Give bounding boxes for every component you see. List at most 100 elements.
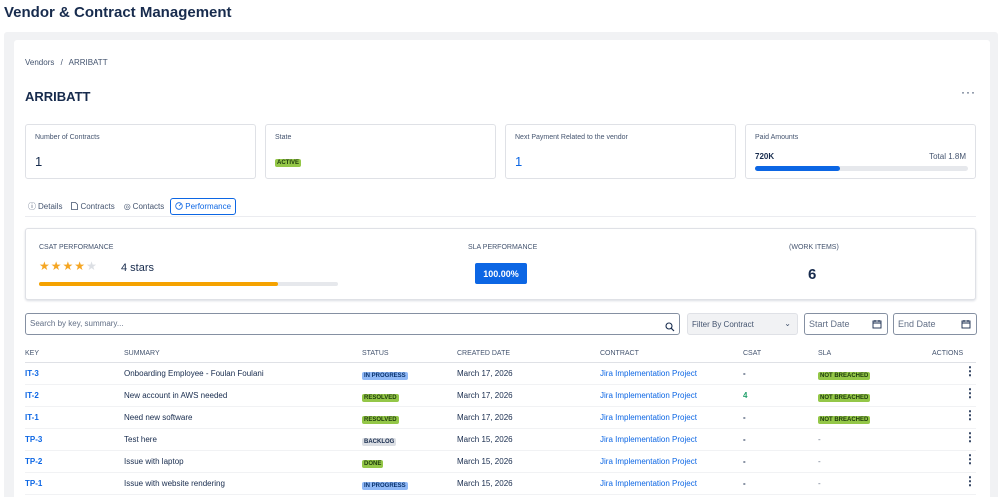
app-title: Vendor & Contract Management bbox=[4, 4, 232, 21]
row-actions-button[interactable]: ⋮ bbox=[964, 453, 976, 465]
more-actions-button[interactable]: ··· bbox=[961, 85, 976, 99]
breadcrumb-vendors-link[interactable]: Vendors bbox=[25, 58, 54, 67]
end-date-placeholder: End Date bbox=[898, 319, 936, 329]
csat-value: 4 bbox=[743, 391, 748, 400]
sla-badge: NOT BREACHED bbox=[818, 416, 871, 424]
sla-performance-label: SLA PERFORMANCE bbox=[468, 244, 538, 251]
document-icon bbox=[71, 201, 79, 212]
page-background: Vendors / ARRIBATT ARRIBATT ··· Number o… bbox=[4, 32, 998, 497]
contract-link[interactable]: Jira Implementation Project bbox=[600, 435, 697, 444]
status-badge: DONE bbox=[362, 460, 384, 468]
row-actions-button[interactable]: ⋮ bbox=[964, 475, 976, 487]
calendar-icon bbox=[961, 319, 971, 329]
table-row[interactable]: IT-1 Need new software RESOLVED March 17… bbox=[25, 407, 976, 429]
row-actions-button[interactable]: ⋮ bbox=[964, 409, 976, 421]
issue-summary: Issue with laptop bbox=[124, 457, 184, 466]
issue-summary: Need new software bbox=[124, 413, 193, 422]
row-actions-button[interactable]: ⋮ bbox=[964, 387, 976, 399]
search-input[interactable] bbox=[30, 319, 650, 328]
star-filled-icon: ★ bbox=[74, 259, 87, 273]
column-header-created-date: CREATED DATE bbox=[457, 350, 511, 357]
start-date-field[interactable]: Start Date bbox=[804, 313, 888, 335]
tab-bar: ⓘ Details Contracts ◎ Contacts Performan… bbox=[25, 198, 237, 215]
table-row[interactable]: IT-2 New account in AWS needed RESOLVED … bbox=[25, 385, 976, 407]
paid-total-value: Total 1.8M bbox=[929, 152, 966, 161]
star-filled-icon: ★ bbox=[50, 259, 63, 273]
performance-icon bbox=[175, 201, 183, 212]
csat-star-rating: ★★★★★ bbox=[39, 259, 98, 273]
contracts-count-card: Number of Contracts 1 bbox=[25, 124, 256, 179]
state-card: State ACTIVE bbox=[265, 124, 496, 179]
paid-amounts-card: Paid Amounts 720K Total 1.8M bbox=[745, 124, 976, 179]
column-header-csat: CSAT bbox=[743, 350, 762, 357]
row-actions-button[interactable]: ⋮ bbox=[964, 365, 976, 377]
contract-filter-select[interactable]: Filter By Contract ⌄ bbox=[687, 313, 798, 335]
row-actions-button[interactable]: ⋮ bbox=[964, 431, 976, 443]
issue-key-link[interactable]: TP-1 bbox=[25, 479, 42, 488]
star-empty-icon: ★ bbox=[86, 259, 98, 273]
status-badge: IN PROGRESS bbox=[362, 372, 408, 380]
breadcrumb-current: ARRIBATT bbox=[68, 58, 108, 67]
column-header-actions: ACTIONS bbox=[932, 350, 964, 357]
sla-value: - bbox=[818, 435, 821, 444]
star-filled-icon: ★ bbox=[39, 259, 51, 273]
csat-progress-fill bbox=[39, 282, 279, 286]
tab-contacts[interactable]: ◎ Contacts bbox=[121, 198, 168, 215]
issue-summary: Test here bbox=[124, 435, 157, 444]
column-header-contract: CONTRACT bbox=[600, 350, 639, 357]
contract-link[interactable]: Jira Implementation Project bbox=[600, 391, 697, 400]
issue-key-link[interactable]: IT-2 bbox=[25, 391, 39, 400]
contract-filter-label: Filter By Contract bbox=[692, 320, 754, 329]
tab-details[interactable]: ⓘ Details bbox=[25, 198, 65, 215]
chevron-down-icon: ⌄ bbox=[784, 319, 791, 328]
tabs-divider bbox=[25, 216, 976, 217]
contract-link[interactable]: Jira Implementation Project bbox=[600, 369, 697, 378]
created-date: March 17, 2026 bbox=[457, 391, 513, 400]
contract-link[interactable]: Jira Implementation Project bbox=[600, 479, 697, 488]
column-header-sla: SLA bbox=[818, 350, 832, 357]
paid-amounts-label: Paid Amounts bbox=[755, 134, 799, 141]
created-date: March 17, 2026 bbox=[457, 413, 513, 422]
star-filled-icon: ★ bbox=[62, 259, 75, 273]
csat-value: - bbox=[743, 457, 746, 466]
breadcrumb: Vendors / ARRIBATT bbox=[25, 58, 112, 67]
table-row[interactable]: TP-3 Test here BACKLOG March 15, 2026 Ji… bbox=[25, 429, 976, 451]
contract-link[interactable]: Jira Implementation Project bbox=[600, 457, 697, 466]
breadcrumb-separator: / bbox=[60, 58, 63, 67]
created-date: March 17, 2026 bbox=[457, 369, 513, 378]
table-row[interactable]: TP-2 Issue with laptop DONE March 15, 20… bbox=[25, 451, 976, 473]
issue-key-link[interactable]: TP-2 bbox=[25, 457, 42, 466]
csat-performance-label: CSAT PERFORMANCE bbox=[39, 244, 114, 251]
tab-performance[interactable]: Performance bbox=[170, 198, 237, 215]
issue-summary: New account in AWS needed bbox=[124, 391, 228, 400]
next-payment-card: Next Payment Related to the vendor 1 bbox=[505, 124, 736, 179]
table-row[interactable]: IT-3 Onboarding Employee - Foulan Foulan… bbox=[25, 363, 976, 385]
performance-card: CSAT PERFORMANCE ★★★★★ 4 stars SLA PERFO… bbox=[25, 228, 976, 300]
csat-stars-text: 4 stars bbox=[121, 262, 155, 274]
issue-key-link[interactable]: TP-3 bbox=[25, 435, 42, 444]
issue-key-link[interactable]: IT-1 bbox=[25, 413, 39, 422]
paid-progress-fill bbox=[755, 166, 841, 171]
sla-value: - bbox=[818, 479, 821, 488]
created-date: March 15, 2026 bbox=[457, 435, 513, 444]
status-badge: IN PROGRESS bbox=[362, 482, 408, 490]
issue-key-link[interactable]: IT-3 bbox=[25, 369, 39, 378]
column-header-summary: SUMMARY bbox=[124, 350, 160, 357]
contract-link[interactable]: Jira Implementation Project bbox=[600, 413, 697, 422]
contracts-count-value: 1 bbox=[35, 154, 43, 169]
status-badge: RESOLVED bbox=[362, 394, 399, 402]
tab-details-label: Details bbox=[38, 202, 63, 211]
table-row[interactable]: TP-1 Issue with website rendering IN PRO… bbox=[25, 473, 976, 495]
work-items-label: (WORK ITEMS) bbox=[789, 244, 839, 251]
csat-value: - bbox=[743, 413, 746, 422]
paid-progress-bar bbox=[755, 166, 968, 171]
tab-contacts-label: Contacts bbox=[132, 202, 165, 211]
tab-contracts[interactable]: Contracts bbox=[68, 198, 117, 215]
search-icon[interactable] bbox=[665, 319, 675, 332]
state-label: State bbox=[275, 134, 292, 141]
created-date: March 15, 2026 bbox=[457, 479, 513, 488]
state-badge: ACTIVE bbox=[275, 159, 302, 167]
paid-amount-value: 720K bbox=[755, 152, 775, 161]
end-date-field[interactable]: End Date bbox=[893, 313, 977, 335]
csat-value: - bbox=[743, 369, 746, 378]
